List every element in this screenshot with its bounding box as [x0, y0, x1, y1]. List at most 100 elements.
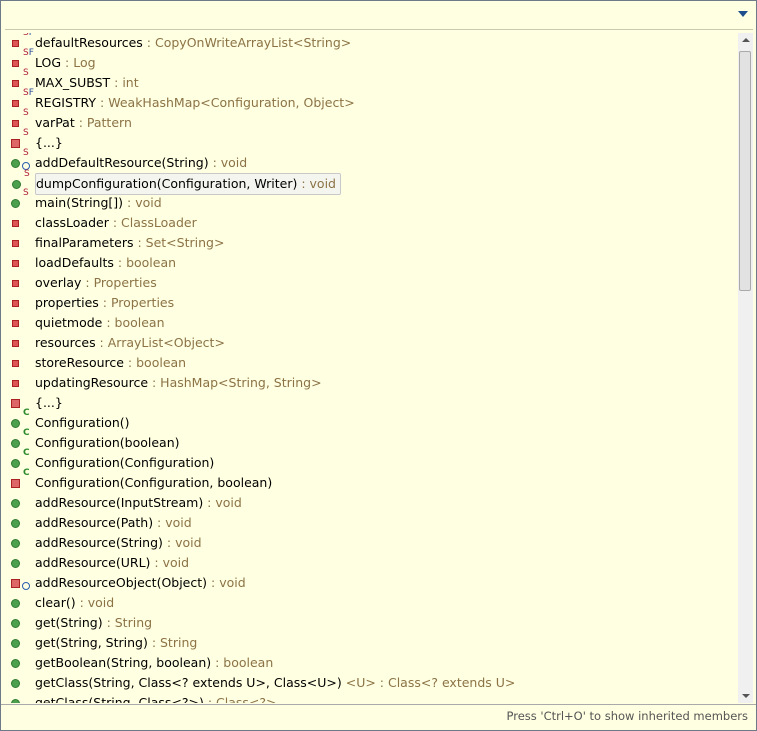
- outline-item[interactable]: SdumpConfiguration(Configuration, Writer…: [12, 169, 341, 195]
- member-name: Configuration(boolean): [35, 435, 180, 450]
- outline-item[interactable]: getClass(String, Class<?>) : Class<?>: [11, 693, 277, 703]
- member-name: Configuration(): [35, 415, 130, 430]
- outline-item[interactable]: S MAX_SUBST : int: [12, 68, 139, 93]
- modifier-overlay-icon: S: [23, 128, 29, 138]
- outline-item[interactable]: SvarPat : Pattern: [12, 108, 132, 133]
- private-member-icon: [12, 120, 19, 127]
- outline-item[interactable]: loadDefaults : boolean: [12, 253, 176, 273]
- member-name: addDefaultResource(String): [35, 155, 209, 170]
- outline-item[interactable]: addResource(URL) : void: [11, 553, 190, 573]
- member-type: : void: [162, 535, 202, 550]
- outline-item[interactable]: resources : ArrayList<Object>: [12, 333, 225, 353]
- outline-item[interactable]: storeResource : boolean: [12, 353, 186, 373]
- outline-item[interactable]: quietmode : boolean: [12, 313, 165, 333]
- outline-item[interactable]: properties : Properties: [12, 293, 174, 313]
- outline-item[interactable]: getBoolean(String, boolean) : boolean: [11, 653, 274, 673]
- scroll-thumb[interactable]: [739, 51, 751, 291]
- member-name: MAX_SUBST: [35, 75, 111, 90]
- outline-item[interactable]: clear() : void: [11, 593, 114, 613]
- outline-item[interactable]: addResourceObject(Object) : void: [11, 573, 246, 593]
- outline-item[interactable]: C Configuration(Configuration): [11, 448, 215, 473]
- member-type: : ArrayList<Object>: [95, 335, 225, 350]
- private-member-icon: [12, 300, 19, 307]
- modifier-overlay-icon: C: [23, 468, 30, 478]
- member-name: LOG: [35, 55, 62, 70]
- outline-item[interactable]: S {...}: [11, 128, 63, 153]
- private-member-icon: [11, 479, 20, 488]
- member-name: Configuration(Configuration, boolean): [35, 475, 273, 490]
- public-member-icon: [11, 199, 20, 208]
- member-name: addResource(String): [35, 535, 163, 550]
- member-name: getClass(String, Class<? extends U>, Cla…: [35, 675, 342, 690]
- outline-item[interactable]: classLoader : ClassLoader: [12, 213, 197, 233]
- member-type: : void: [150, 555, 190, 570]
- outline-item[interactable]: addResource(Path) : void: [11, 513, 192, 533]
- member-type: : Log: [61, 55, 96, 70]
- view-menu-chevron-down-icon[interactable]: [738, 11, 748, 17]
- outline-item[interactable]: addResource(String) : void: [11, 533, 202, 553]
- member-name: Configuration(Configuration): [35, 455, 215, 470]
- private-member-icon: [12, 100, 19, 107]
- outline-item[interactable]: Smain(String[]) : void: [11, 188, 162, 213]
- member-type: : boolean: [211, 655, 274, 670]
- member-name: overlay: [35, 275, 82, 290]
- member-name: finalParameters: [35, 235, 134, 250]
- scroll-up-icon[interactable]: [742, 38, 750, 42]
- member-name: get(String): [35, 615, 103, 630]
- outline-item[interactable]: addResource(InputStream) : void: [11, 493, 242, 513]
- private-member-icon: [12, 40, 19, 47]
- outline-item[interactable]: finalParameters : Set<String>: [12, 233, 225, 253]
- member-name: clear(): [35, 595, 76, 610]
- public-member-icon: [11, 519, 20, 528]
- private-member-icon: [12, 60, 19, 67]
- outline-item[interactable]: C Configuration(boolean): [11, 428, 180, 453]
- private-member-icon: [12, 380, 19, 387]
- outline-item[interactable]: SF defaultResources : CopyOnWriteArrayLis…: [12, 33, 351, 53]
- member-name: quietmode: [35, 315, 103, 330]
- modifier-overlay-icon: SF: [23, 88, 34, 98]
- outline-item[interactable]: overlay : Properties: [12, 273, 157, 293]
- member-name: get(String, String): [35, 635, 148, 650]
- outline-item[interactable]: getClass(String, Class<? extends U>, Cla…: [11, 673, 516, 693]
- filter-input[interactable]: [5, 5, 753, 30]
- synchronized-icon: [22, 582, 30, 590]
- outline-item[interactable]: SF REGISTRY : WeakHashMap<Configuration, …: [12, 88, 355, 113]
- outline-item[interactable]: C Configuration(): [11, 408, 130, 433]
- member-type: : Properties: [81, 275, 157, 290]
- vertical-scrollbar[interactable]: [738, 33, 753, 703]
- outline-item[interactable]: SF LOG : Log: [12, 48, 96, 73]
- member-name: updatingResource: [35, 375, 149, 390]
- member-name: properties: [35, 295, 99, 310]
- modifier-overlay-icon: S: [23, 188, 29, 198]
- public-member-icon: [11, 659, 20, 668]
- member-name: addResource(Path): [35, 515, 154, 530]
- member-type: : Set<String>: [133, 235, 225, 250]
- outline-item[interactable]: C Configuration(Configuration, boolean): [11, 468, 273, 493]
- outline-item[interactable]: {...}: [11, 393, 63, 413]
- private-member-icon: [11, 579, 20, 588]
- status-bar: Press 'Ctrl+O' to show inherited members: [1, 704, 756, 731]
- member-type: : void: [203, 495, 242, 510]
- outline-item[interactable]: SaddDefaultResource(String) : void: [11, 148, 247, 173]
- member-name: varPat: [35, 115, 75, 130]
- member-type: : void: [297, 176, 336, 191]
- modifier-overlay-icon: C: [23, 448, 30, 458]
- member-type: : String: [102, 615, 153, 630]
- outline-item[interactable]: updatingResource : HashMap<String, Strin…: [12, 373, 322, 393]
- member-name: getBoolean(String, boolean): [35, 655, 212, 670]
- scroll-down-icon[interactable]: [742, 694, 750, 698]
- outline-item[interactable]: get(String) : String: [11, 613, 153, 633]
- member-type: : void: [123, 195, 162, 210]
- member-name: classLoader: [35, 215, 109, 230]
- member-name: REGISTRY: [35, 95, 97, 110]
- member-type: : HashMap<String, String>: [148, 375, 322, 390]
- modifier-overlay-icon: SF: [23, 48, 34, 58]
- private-member-icon: [11, 139, 20, 148]
- member-type: : void: [207, 575, 246, 590]
- private-member-icon: [12, 240, 19, 247]
- outline-item[interactable]: get(String, String) : String: [11, 633, 197, 653]
- member-name: loadDefaults: [35, 255, 114, 270]
- public-member-icon: [11, 599, 20, 608]
- member-type: : Pattern: [74, 115, 132, 130]
- member-type: <U> : Class<? extends U>: [341, 675, 516, 690]
